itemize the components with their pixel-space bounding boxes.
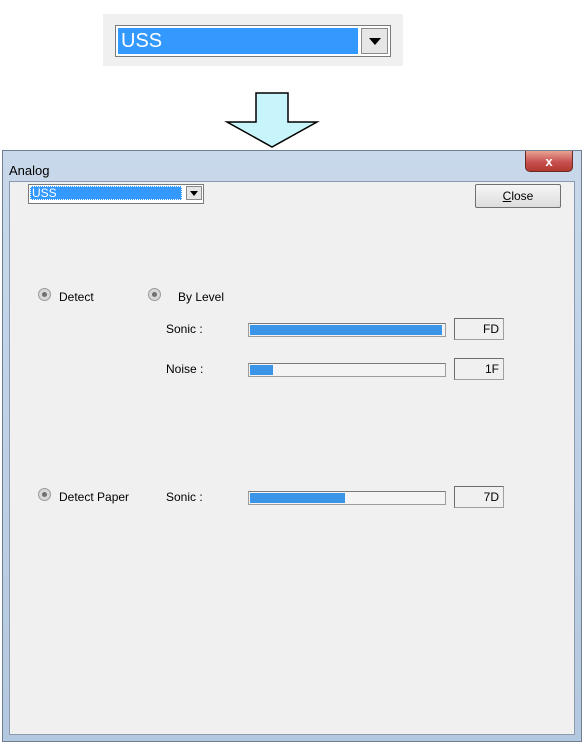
- close-button[interactable]: Close: [475, 184, 561, 208]
- paper-sonic-level-bar: [248, 491, 446, 505]
- window-close-button[interactable]: x: [525, 151, 573, 172]
- close-button-label: lose: [511, 189, 534, 203]
- zoomed-combo-dropdown-button[interactable]: [361, 28, 388, 54]
- detect-paper-label: Detect Paper: [59, 490, 130, 504]
- sonic-value: FD: [454, 318, 504, 340]
- source-combo-value: USS: [30, 186, 182, 200]
- source-combo-dropdown-button[interactable]: [186, 186, 202, 200]
- by-level-indicator: [148, 288, 161, 301]
- sonic-level-fill: [250, 325, 443, 335]
- close-icon: x: [545, 153, 553, 169]
- source-combo[interactable]: USS: [28, 184, 204, 204]
- by-level-label: By Level: [178, 290, 225, 304]
- sonic-label: Sonic :: [166, 322, 203, 336]
- noise-level-bar: [248, 363, 446, 377]
- close-button-accelerator: C: [502, 189, 512, 203]
- detect-paper-indicator: [38, 488, 51, 501]
- title-bar[interactable]: Analog x: [3, 151, 581, 181]
- zoomed-combo-value: USS: [118, 28, 358, 54]
- window-title: Analog: [9, 163, 50, 178]
- zoomed-combo-box[interactable]: USS: [115, 25, 391, 57]
- paper-sonic-level-fill: [250, 493, 346, 503]
- sonic-level-bar: [248, 323, 446, 337]
- detect-label: Detect: [59, 290, 94, 304]
- analog-window: Analog x USS Close Detect By Level Sonic…: [2, 150, 582, 742]
- noise-value: 1F: [454, 358, 504, 380]
- noise-level-fill: [250, 365, 274, 375]
- paper-sonic-label: Sonic :: [166, 490, 203, 504]
- paper-sonic-value: 7D: [454, 486, 504, 508]
- chevron-down-icon: [368, 37, 381, 45]
- zoomed-combo-panel: USS: [103, 14, 403, 66]
- chevron-down-icon: [190, 190, 198, 196]
- window-client-area: USS Close Detect By Level Sonic : FD Noi…: [9, 181, 575, 735]
- down-arrow-icon: [224, 92, 320, 148]
- noise-label: Noise :: [166, 362, 204, 376]
- detect-indicator: [38, 288, 51, 301]
